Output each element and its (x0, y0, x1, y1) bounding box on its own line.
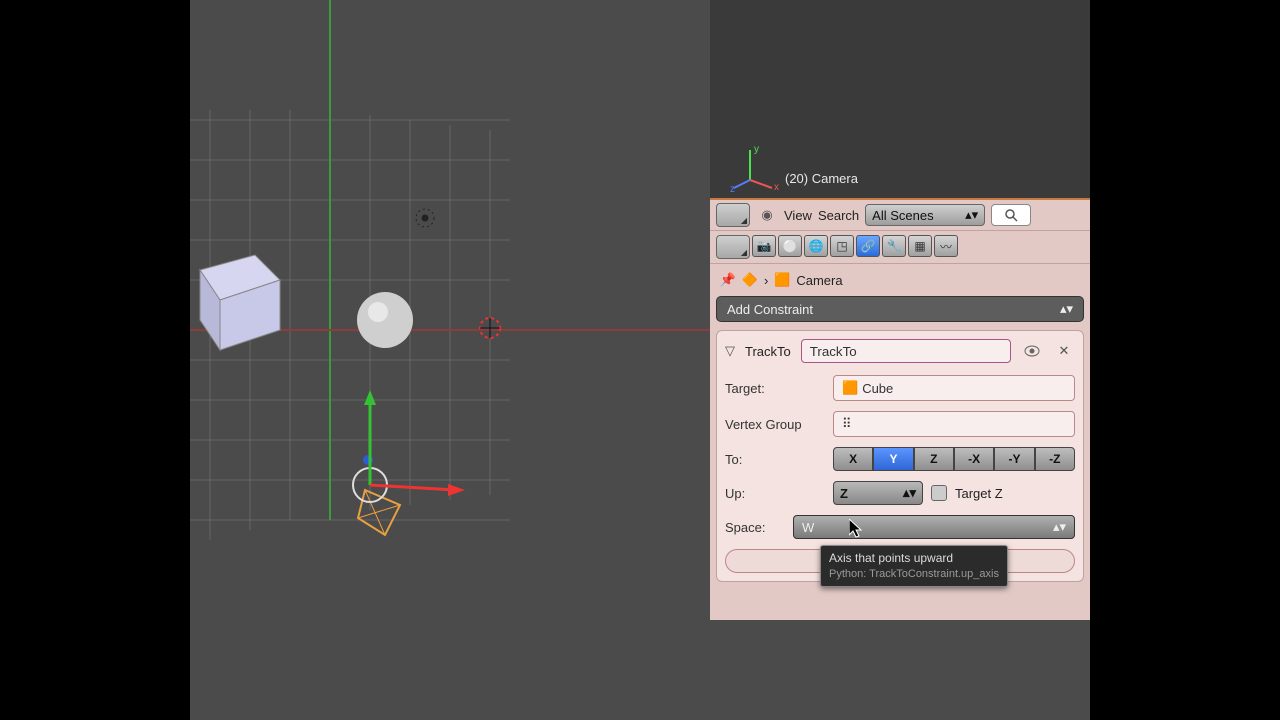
cube-icon: 🟧 (842, 380, 858, 396)
axis-x[interactable]: X (833, 447, 873, 471)
constraint-name-input[interactable] (801, 339, 1011, 363)
close-icon[interactable]: ✕ (1053, 340, 1075, 362)
3d-cursor (480, 318, 500, 338)
outliner-header: ◉ View Search All Scenes ▴▾ (710, 200, 1090, 231)
tab-modifiers[interactable]: 🔧 (882, 235, 906, 257)
target-label: Target: (725, 381, 825, 396)
mouse-cursor (849, 519, 863, 539)
svg-text:y: y (754, 144, 759, 155)
target-z-checkbox[interactable] (931, 485, 947, 501)
breadcrumb-object[interactable]: Camera (796, 273, 842, 288)
collapse-icon[interactable]: ◉ (756, 204, 778, 226)
tooltip: Axis that points upward Python: TrackToC… (820, 545, 1008, 587)
datablock-path: 📌 🔶 › 🟧 Camera (710, 264, 1090, 296)
axis-neg-y[interactable]: -Y (994, 447, 1034, 471)
vertexgroup-icon: ⠿ (842, 416, 852, 432)
tab-constraints[interactable]: 🔗 (856, 235, 880, 257)
mesh-sphere[interactable] (357, 292, 413, 348)
pin-icon[interactable]: 📌 (720, 272, 736, 288)
axis-neg-z[interactable]: -Z (1035, 447, 1075, 471)
space-select[interactable]: W▴▾ (793, 515, 1075, 539)
target-input[interactable]: 🟧 Cube (833, 375, 1075, 401)
view-menu[interactable]: View (784, 208, 812, 223)
camera-object[interactable] (358, 490, 400, 535)
camera-data-icon: 🟧 (774, 272, 790, 288)
vertexgroup-input[interactable]: ⠿ (833, 411, 1075, 437)
svg-text:x: x (774, 182, 779, 192)
object-icon: 🔶 (742, 272, 758, 288)
lower-gray-area (710, 620, 1090, 720)
mesh-cube[interactable] (200, 255, 280, 350)
tooltip-python: Python: TrackToConstraint.up_axis (829, 567, 999, 582)
axis-neg-x[interactable]: -X (954, 447, 994, 471)
transform-gizmo[interactable] (353, 390, 465, 502)
constraint-type-label: TrackTo (745, 344, 791, 359)
axis-z[interactable]: Z (914, 447, 954, 471)
properties-editor-select[interactable] (716, 235, 750, 259)
context-tabs: 📷 ⚪ 🌐 ◳ 🔗 🔧 ▦ 〰 (710, 231, 1090, 264)
tab-object[interactable]: ◳ (830, 235, 854, 257)
secondary-viewport[interactable]: y x z (20) Camera (710, 0, 1090, 200)
tab-data[interactable]: ▦ (908, 235, 932, 257)
to-label: To: (725, 452, 825, 467)
editor-type-select[interactable] (716, 203, 750, 227)
search-menu[interactable]: Search (818, 208, 859, 223)
svg-text:z: z (730, 184, 735, 192)
lamp-object[interactable] (416, 209, 434, 227)
up-axis-select[interactable]: Z▴▾ (833, 481, 923, 505)
add-constraint-label: Add Constraint (727, 302, 813, 317)
axis-indicator: y x z (730, 142, 780, 192)
track-axis-buttons: X Y Z -X -Y -Z (833, 447, 1075, 471)
axis-y[interactable]: Y (873, 447, 913, 471)
tab-physics[interactable]: 〰 (934, 235, 958, 257)
vertexgroup-label: Vertex Group (725, 417, 825, 432)
tab-world[interactable]: 🌐 (804, 235, 828, 257)
search-input[interactable] (991, 204, 1031, 226)
tooltip-text: Axis that points upward (829, 550, 999, 567)
eye-icon[interactable] (1021, 340, 1043, 362)
active-object-label: (20) Camera (785, 171, 858, 186)
tab-scene[interactable]: ⚪ (778, 235, 802, 257)
collapse-toggle[interactable]: ▽ (725, 343, 735, 359)
space-label: Space: (725, 520, 785, 535)
viewport-3d[interactable] (190, 0, 710, 720)
scene-filter-label: All Scenes (872, 208, 933, 223)
scene-filter-select[interactable]: All Scenes ▴▾ (865, 204, 985, 226)
add-constraint-dropdown[interactable]: Add Constraint ▴▾ (716, 296, 1084, 322)
target-z-label: Target Z (955, 486, 1003, 501)
tab-render[interactable]: 📷 (752, 235, 776, 257)
up-label: Up: (725, 486, 825, 501)
